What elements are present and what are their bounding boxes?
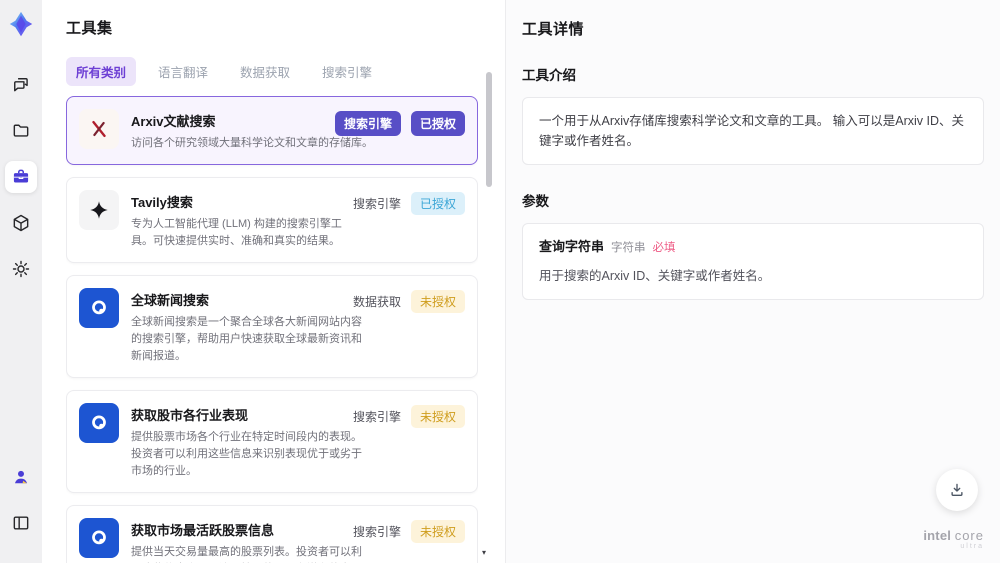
chat-icon — [14, 78, 28, 92]
auth-badge: 未授权 — [410, 290, 465, 313]
params-heading: 参数 — [522, 194, 549, 209]
tavily-star-icon — [79, 190, 119, 230]
sidebar-item-settings[interactable] — [5, 253, 37, 285]
download-button[interactable] — [936, 469, 978, 511]
page-title: 工具集 — [66, 20, 113, 37]
quark-search-icon — [79, 518, 119, 558]
intro-heading: 工具介绍 — [522, 68, 576, 83]
arxiv-logo-icon — [79, 109, 119, 149]
auth-badge: 已授权 — [410, 111, 465, 136]
sidebar-item-tools[interactable] — [5, 161, 37, 193]
tab-all-categories[interactable]: 所有类别 — [66, 57, 137, 86]
user-icon — [15, 470, 27, 484]
category-label: 搜索引擎 — [352, 197, 401, 211]
intro-box: 一个用于从Arxiv存储库搜索科学论文和文章的工具。 输入可以是Arxiv ID… — [522, 97, 984, 165]
tool-detail-panel: 工具详情 工具介绍 一个用于从Arxiv存储库搜索科学论文和文章的工具。 输入可… — [505, 0, 1000, 563]
sidebar-rail — [0, 0, 42, 563]
param-description: 用于搜索的Arxiv ID、关键字或作者姓名。 — [539, 268, 771, 283]
param-name: 查询字符串 — [539, 239, 605, 254]
brand-core-text: core — [954, 528, 984, 544]
auth-badge: 未授权 — [410, 520, 465, 543]
tool-card-sector-performance[interactable]: 获取股市各行业表现 提供股票市场各个行业在特定时间段内的表现。投资者可以利用这些… — [66, 390, 478, 493]
quark-search-icon — [79, 288, 119, 328]
intel-core-logo: intel core ultra — [923, 528, 984, 551]
tab-data-fetch[interactable]: 数据获取 — [230, 57, 300, 86]
folder-icon — [13, 124, 29, 137]
sidebar-item-collapse[interactable] — [5, 507, 37, 539]
toolbox-icon — [13, 169, 29, 183]
category-badge: 搜索引擎 — [334, 111, 401, 136]
param-box: 查询字符串 字符串 必填 用于搜索的Arxiv ID、关键字或作者姓名。 — [522, 223, 984, 300]
tool-card-active-stocks[interactable]: 获取市场最活跃股票信息 提供当天交易量最高的股票列表。投资者可以利用这些信息来识… — [66, 505, 478, 563]
settings-gear-icon — [12, 260, 30, 278]
category-label: 搜索引擎 — [352, 410, 401, 424]
tool-description: 专为人工智能代理 (LLM) 构建的搜索引擎工具。可快速提供实时、准确和真实的结… — [131, 218, 342, 247]
quark-search-icon — [79, 403, 119, 443]
category-label: 数据获取 — [352, 295, 401, 309]
detail-title: 工具详情 — [522, 21, 585, 38]
auth-badge: 已授权 — [410, 192, 465, 215]
tool-list-panel: 工具集 所有类别 语言翻译 数据获取 搜索引擎 Arxiv文献搜索 访问各个研究… — [42, 0, 505, 563]
tab-language-translation[interactable]: 语言翻译 — [148, 57, 218, 86]
param-type: 字符串 — [611, 242, 646, 254]
package-icon — [13, 214, 29, 232]
auth-badge: 未授权 — [410, 405, 465, 428]
app-window: 工具集 所有类别 语言翻译 数据获取 搜索引擎 Arxiv文献搜索 访问各个研究… — [0, 0, 1000, 563]
sidebar-item-packages[interactable] — [5, 207, 37, 239]
category-tabs: 所有类别 语言翻译 数据获取 搜索引擎 — [66, 57, 505, 86]
sidebar-item-files[interactable] — [5, 115, 37, 147]
tool-card-arxiv[interactable]: Arxiv文献搜索 访问各个研究领域大量科学论文和文章的存储库。 搜索引擎 已授… — [66, 96, 478, 165]
param-required-flag: 必填 — [652, 242, 676, 254]
tool-card-global-news[interactable]: 全球新闻搜索 全球新闻搜索是一个聚合全球各大新闻网站内容的搜索引擎，帮助用户快速… — [66, 275, 478, 378]
tool-description: 提供股票市场各个行业在特定时间段内的表现。投资者可以利用这些信息来识别表现优于或… — [131, 431, 362, 477]
brand-intel-text: intel — [923, 528, 952, 544]
scroll-down-caret-icon[interactable]: ▾ — [482, 548, 486, 557]
tab-search-engine[interactable]: 搜索引擎 — [312, 57, 382, 86]
sidebar-item-account[interactable] — [5, 461, 37, 493]
download-icon — [951, 483, 963, 496]
scrollbar-track[interactable]: ▾ — [482, 72, 492, 557]
tool-description: 访问各个研究领域大量科学论文和文章的存储库。 — [131, 137, 373, 149]
tool-description: 全球新闻搜索是一个聚合全球各大新闻网站内容的搜索引擎，帮助用户快速获取全球最新资… — [131, 316, 362, 362]
scrollbar-thumb[interactable] — [486, 72, 492, 187]
tool-card-tavily[interactable]: Tavily搜索 专为人工智能代理 (LLM) 构建的搜索引擎工具。可快速提供实… — [66, 177, 478, 263]
category-label: 搜索引擎 — [352, 525, 401, 539]
app-logo-icon — [9, 11, 33, 37]
sidebar-item-chat[interactable] — [5, 69, 37, 101]
tool-list: Arxiv文献搜索 访问各个研究领域大量科学论文和文章的存储库。 搜索引擎 已授… — [66, 96, 478, 563]
tool-description: 提供当天交易量最高的股票列表。投资者可以利用这些信息来识别流动性强的股票和潜在的… — [131, 546, 362, 558]
panel-toggle-icon — [13, 516, 29, 530]
brand-sub-text: ultra — [960, 543, 984, 551]
